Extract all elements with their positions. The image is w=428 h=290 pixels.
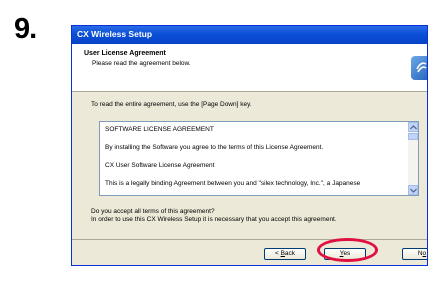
dialog-header: User License Agreement Please read the a… xyxy=(72,44,427,92)
accept-requirement: In order to use this CX Wireless Setup i… xyxy=(91,216,337,223)
instructions-text: To read the entire agreement, use the [P… xyxy=(91,101,252,108)
window-title: CX Wireless Setup xyxy=(77,29,153,39)
yes-button[interactable]: Yes xyxy=(324,248,366,260)
scroll-thumb[interactable] xyxy=(408,133,418,140)
button-divider xyxy=(72,239,427,240)
no-mnemonic: o xyxy=(422,250,427,257)
header-title: User License Agreement xyxy=(84,50,166,57)
agreement-line: By installing the Software you agree to … xyxy=(105,144,324,151)
back-rest: ack xyxy=(284,250,296,257)
scroll-down-button[interactable] xyxy=(408,185,418,195)
setup-dialog-window: CX Wireless Setup User License Agreement… xyxy=(71,25,428,266)
chevron-up-icon xyxy=(410,125,417,130)
setup-logo-icon xyxy=(411,56,427,80)
back-button[interactable]: < Back xyxy=(264,248,306,260)
agreement-line: SOFTWARE LICENSE AGREEMENT xyxy=(105,126,214,133)
agreement-line: This is a legally binding Agreement betw… xyxy=(105,180,361,187)
yes-rest: es xyxy=(343,250,351,257)
chevron-down-icon xyxy=(410,188,417,193)
step-number: 9. xyxy=(14,13,37,45)
scroll-up-button[interactable] xyxy=(408,122,418,132)
window-titlebar[interactable]: CX Wireless Setup xyxy=(72,26,427,44)
accept-question: Do you accept all terms of this agreemen… xyxy=(91,208,215,215)
vertical-scrollbar[interactable] xyxy=(408,122,418,195)
header-subtitle: Please read the agreement below. xyxy=(92,60,191,67)
agreement-line: CX User Software License Agreement xyxy=(105,162,215,169)
license-text-box[interactable]: SOFTWARE LICENSE AGREEMENT By installing… xyxy=(99,121,419,196)
no-button[interactable]: No xyxy=(402,248,427,260)
